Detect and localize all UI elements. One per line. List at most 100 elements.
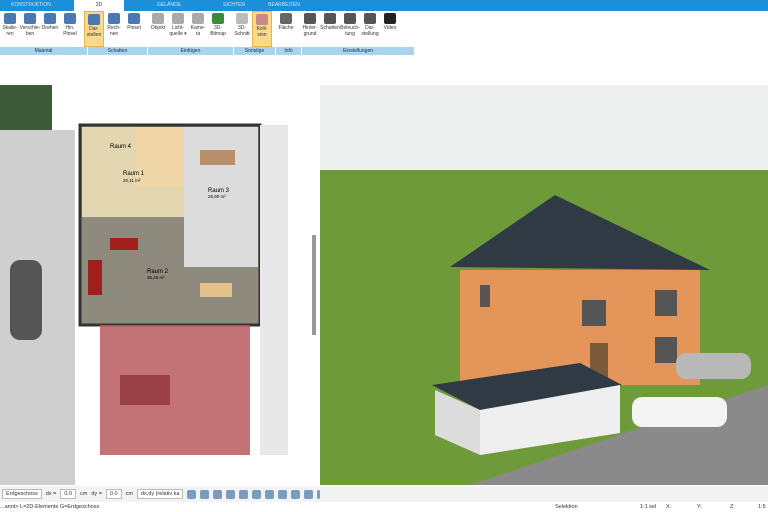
ribbon-button[interactable]: Verschie- ben: [20, 11, 40, 47]
info-icon[interactable]: [317, 489, 321, 499]
ribbon-button-icon: [364, 13, 376, 24]
car-icon: [10, 260, 42, 340]
ribbon-button[interactable]: Skalie- ren: [0, 11, 20, 47]
snap-icon[interactable]: [239, 489, 249, 499]
ribbon-button-icon: [88, 14, 100, 25]
ribbon-button[interactable]: Beleuch- tung: [340, 11, 360, 47]
ribbon-button[interactable]: Kolli- sion: [252, 11, 272, 47]
ribbon-button[interactable]: Schatten: [320, 11, 340, 47]
ribbon-button-label: Video: [383, 25, 397, 31]
ribbon-button-label: Drehen: [41, 25, 59, 31]
mode-select[interactable]: dx,dy (relativ ka: [136, 489, 184, 499]
dx-label: dx =: [45, 491, 57, 497]
tab-konstruktion[interactable]: KONSTRUKTION: [0, 0, 62, 11]
ribbon-button-icon: [44, 13, 56, 24]
ribbon-button[interactable]: Licht- quelle ▾: [168, 11, 188, 47]
ribbon-button-icon: [256, 14, 268, 25]
tab-gelaende[interactable]: GELÄNDE: [144, 0, 194, 11]
ribbon-button-label: Rech- nen: [107, 25, 121, 37]
ribbon-button-icon: [304, 13, 316, 24]
ribbon-button[interactable]: Hinter- grund: [300, 11, 320, 47]
ribbon-button[interactable]: Rech- nen: [104, 11, 124, 47]
ribbon-group-label: Info: [276, 47, 302, 55]
rug: [120, 375, 170, 405]
tab-3d[interactable]: 3D: [74, 0, 124, 11]
layer-icon[interactable]: [226, 489, 236, 499]
ribbon-button-icon: [128, 13, 140, 24]
bottom-toolbar: Erdgeschoss dx = 0.0 cm dy = 0.0 cm dx,d…: [0, 486, 768, 502]
grid-icon[interactable]: [291, 489, 301, 499]
ribbon-button-icon: [4, 13, 16, 24]
ribbon-group-label: Material: [0, 47, 88, 55]
floor-select[interactable]: Erdgeschoss: [2, 489, 42, 499]
ribbon-button-label: Schatten: [320, 25, 340, 31]
ribbon-button-label: Objekt: [150, 25, 166, 31]
ribbon-tabs: KONSTRUKTION 3D GELÄNDE SICHTEN BEARBEIT…: [0, 0, 768, 11]
ribbon-button-icon: [64, 13, 76, 24]
white-car: [632, 397, 727, 427]
ribbon-group-label: Schatten: [88, 47, 148, 55]
ribbon-button-icon: [108, 13, 120, 24]
north-icon[interactable]: [304, 489, 314, 499]
ribbon-button-icon: [344, 13, 356, 24]
dy-input[interactable]: 0.0: [105, 489, 122, 499]
ribbon-button-icon: [192, 13, 204, 24]
status-y: Y:: [697, 504, 702, 510]
unit-label: cm: [80, 491, 88, 497]
dx-input[interactable]: 0.0: [60, 489, 77, 499]
ribbon-button-label: Hin. Pinsel: [63, 25, 77, 37]
ribbon-button[interactable]: 3D- Bitmap: [208, 11, 228, 47]
room-label: Raum 1: [123, 171, 145, 177]
ribbon-button-label: Pinsel: [127, 25, 141, 31]
tab-sichten[interactable]: SICHTEN: [209, 0, 259, 11]
status-sel-count: 1:1 sel: [640, 504, 657, 510]
hedge: [260, 125, 288, 455]
status-z: Z:: [730, 504, 735, 510]
surface-icon[interactable]: [278, 489, 288, 499]
ribbon-button[interactable]: Video: [380, 11, 400, 47]
ribbon-button[interactable]: Dar- stellen: [84, 11, 104, 47]
ribbon-button[interactable]: Hin. Pinsel: [60, 11, 80, 47]
room-label: Raum 4: [110, 144, 132, 150]
status-x: X:: [666, 504, 672, 510]
ribbon-group-label: Einstellungen: [302, 47, 415, 55]
silver-car: [676, 353, 751, 379]
measure-icon[interactable]: [252, 489, 262, 499]
monitor-icon[interactable]: [200, 489, 210, 499]
floor-plan-view[interactable]: Raum 4 Raum 1 20,11 m² Raum 3 26,90 m² R…: [0, 85, 318, 485]
3d-view[interactable]: [320, 85, 768, 485]
clock-icon[interactable]: [187, 489, 197, 499]
ribbon-button-icon: [212, 13, 224, 24]
ribbon-button-icon: [384, 13, 396, 24]
room-area: 20,11 m²: [123, 178, 141, 183]
ribbon-group-label: Einfügen: [148, 47, 234, 55]
ribbon-button-label: Fläche: [278, 25, 294, 31]
ribbon-button-label: Kolli- sion: [256, 26, 268, 38]
ribbon-button-label: Beleuch- tung: [340, 25, 360, 37]
ribbon-button-label: Dar- stellung: [361, 25, 379, 37]
ribbon-button[interactable]: Dar- stellung: [360, 11, 380, 47]
ribbon-button-label: Hinter- grund: [302, 25, 318, 37]
ribbon: Skalie- ren Verschie- ben Drehen Hin. Pinse…: [0, 11, 415, 47]
ribbon-button-icon: [152, 13, 164, 24]
ribbon-button[interactable]: Kame- ra: [188, 11, 208, 47]
sofa: [110, 238, 138, 250]
ribbon-button-label: Dar- stellen: [86, 26, 102, 38]
ribbon-group-label: Sonstige: [234, 47, 276, 55]
ribbon-button-icon: [172, 13, 184, 24]
ribbon-button[interactable]: 3D- Schnitt: [232, 11, 252, 47]
diamond-icon[interactable]: [265, 489, 275, 499]
tab-bearbeiten[interactable]: BEARBEITEN: [259, 0, 309, 11]
ribbon-button[interactable]: Drehen: [40, 11, 60, 47]
ribbon-button[interactable]: Objekt: [148, 11, 168, 47]
scrollbar[interactable]: [312, 235, 316, 335]
table: [200, 283, 232, 297]
ribbon-button[interactable]: Pinsel: [124, 11, 144, 47]
status-hint: ...annt> L=2D-Elemente G=Erdgeschoss: [0, 504, 100, 510]
ribbon-button-icon: [324, 13, 336, 24]
dining-table: [200, 150, 235, 165]
ribbon-button-label: Licht- quelle ▾: [169, 25, 187, 37]
printer-icon[interactable]: [213, 489, 223, 499]
ribbon-button[interactable]: Fläche: [276, 11, 296, 47]
ribbon-button-label: Verschie- ben: [19, 25, 41, 37]
